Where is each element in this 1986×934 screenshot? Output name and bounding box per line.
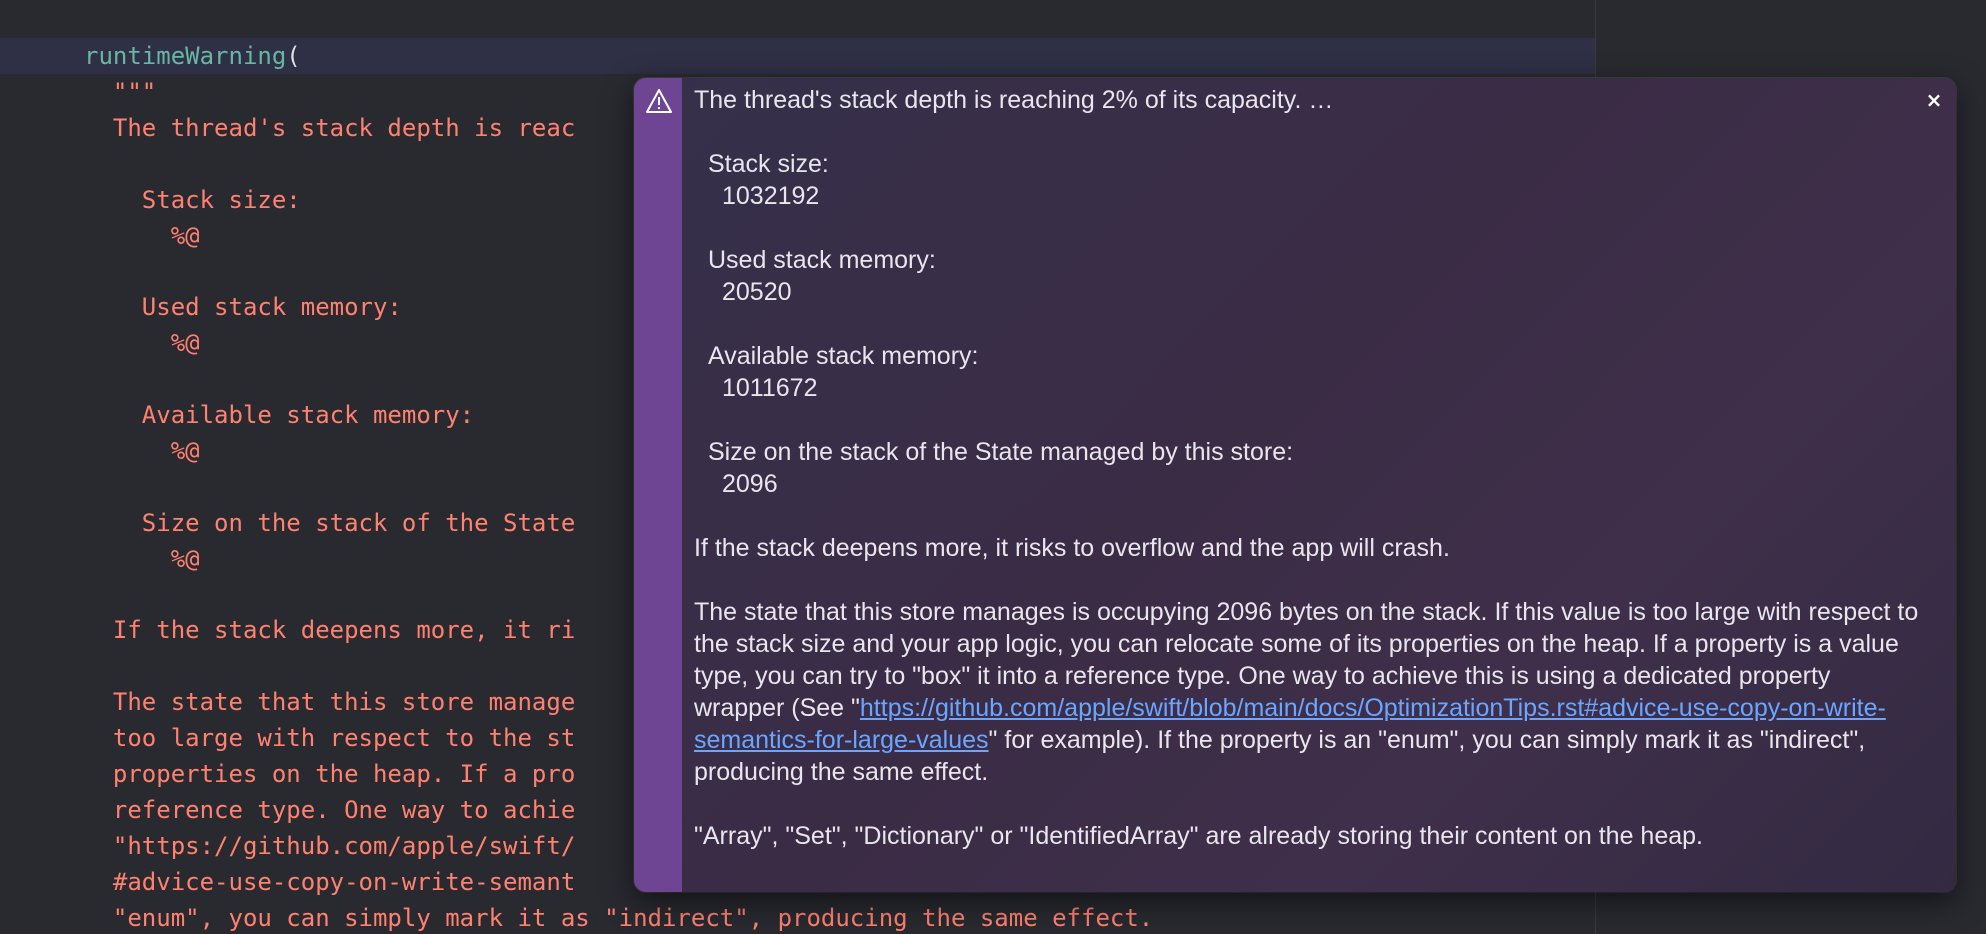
state-size-label: Size on the stack of the State managed b…: [708, 438, 1294, 466]
available-stack-value: 1011672: [722, 374, 818, 402]
used-stack-label: Used stack memory:: [708, 246, 936, 274]
state-size-value: 2096: [722, 470, 778, 498]
code-line: too large with respect to the st: [84, 724, 576, 753]
code-line: Used stack memory:: [84, 293, 402, 322]
heap-note: "Array", "Set", "Dictionary" or "Identif…: [694, 822, 1703, 850]
code-line: Available stack memory:: [84, 401, 475, 429]
state-explanation: The state that this store manages is occ…: [694, 596, 1926, 788]
overflow-text: If the stack deepens more, it risks to o…: [694, 534, 1450, 562]
code-line: runtimeWarning(: [84, 38, 301, 74]
paren: (: [286, 42, 301, 70]
code-line: """: [84, 77, 157, 106]
warning-triangle-icon: [646, 89, 672, 113]
code-line: Stack size:: [84, 185, 301, 214]
warning-stripe: [634, 78, 682, 892]
code-line: If the stack deepens more, it ri: [84, 616, 576, 645]
stack-size-value: 1032192: [722, 182, 820, 210]
code-line: reference type. One way to achie: [84, 795, 576, 824]
code-line: The state that this store manage: [84, 688, 576, 717]
available-stack-label: Available stack memory:: [708, 342, 979, 370]
code-line: %@: [84, 221, 200, 250]
code-line: "https://github.com/apple/swift/: [84, 831, 576, 860]
code-line: %@: [84, 436, 200, 465]
code-line: properties on the heap. If a pro: [84, 760, 576, 788]
code-line: %@: [84, 544, 200, 573]
code-line: "enum", you can simply mark it as "indir…: [84, 903, 1154, 932]
warning-title: The thread's stack depth is reaching 2% …: [694, 86, 1334, 114]
warning-message: The thread's stack depth is reaching 2% …: [694, 84, 1926, 852]
xcode-window: runtimeWarning( """ The thread's stack d…: [0, 0, 1986, 934]
code-line: %@: [84, 329, 200, 358]
function-name: runtimeWarning: [84, 42, 287, 70]
runtime-warning-popover: × The thread's stack depth is reaching 2…: [634, 78, 1956, 892]
used-stack-value: 20520: [722, 278, 792, 306]
code-line: #advice-use-copy-on-write-semant: [84, 867, 576, 896]
code-line: Size on the stack of the State: [84, 508, 576, 537]
stack-size-label: Stack size:: [708, 150, 829, 178]
code-line: The thread's stack depth is reac: [84, 113, 576, 142]
